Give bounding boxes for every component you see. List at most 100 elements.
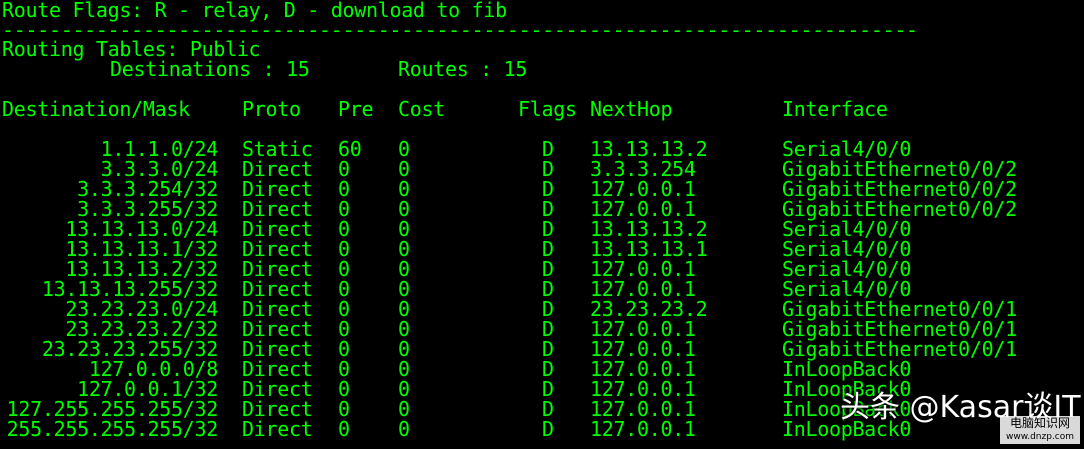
cell-pre: 0 [338, 177, 350, 201]
table-row: 3.3.3.0/24 Direct 0 0 D 3.3.3.254 GigabitEther… [0, 159, 1084, 179]
cell-proto: Static [242, 137, 313, 161]
cell-pre: 0 [338, 297, 350, 321]
header-interface: Interface [782, 97, 888, 121]
cell-nexthop: 127.0.0.1 [590, 377, 696, 401]
cell-flags: D [542, 337, 554, 361]
cell-proto: Direct [242, 297, 313, 321]
cell-nexthop: 13.13.13.2 [590, 137, 708, 161]
terminal-window[interactable]: Route Flags: R - relay, D - download to … [0, 0, 1084, 449]
cell-nexthop: 13.13.13.2 [590, 217, 708, 241]
cell-pre: 0 [338, 237, 350, 261]
cell-flags: D [542, 297, 554, 321]
cell-interface: Serial4/0/0 [782, 277, 912, 301]
cell-cost: 0 [398, 377, 410, 401]
cell-nexthop: 127.0.0.1 [590, 337, 696, 361]
cell-nexthop: 127.0.0.1 [590, 277, 696, 301]
cell-proto: Direct [242, 157, 313, 181]
cell-cost: 0 [398, 237, 410, 261]
cell-pre: 0 [338, 317, 350, 341]
cell-destination: 13.13.13.255/32 [41, 277, 218, 301]
cell-flags: D [542, 417, 554, 441]
cell-pre: 0 [338, 337, 350, 361]
cell-cost: 0 [398, 357, 410, 381]
cell-proto: Direct [242, 177, 313, 201]
cell-interface: Serial4/0/0 [782, 237, 912, 261]
table-row: 1.1.1.0/24 Static 60 0 D 13.13.13.2 Serial4/0/… [0, 139, 1084, 159]
cell-cost: 0 [398, 277, 410, 301]
table-row: 13.13.13.2/32 Direct 0 0 D 127.0.0.1 Serial4/0… [0, 259, 1084, 279]
cell-proto: Direct [242, 217, 313, 241]
cell-nexthop: 127.0.0.1 [590, 417, 696, 441]
cell-cost: 0 [398, 257, 410, 281]
cell-interface: GigabitEthernet0/0/1 [782, 317, 1017, 341]
cell-flags: D [542, 217, 554, 241]
cell-flags: D [542, 197, 554, 221]
cell-nexthop: 127.0.0.1 [590, 357, 696, 381]
cell-flags: D [542, 277, 554, 301]
cell-interface: GigabitEthernet0/0/1 [782, 337, 1017, 361]
cell-flags: D [542, 257, 554, 281]
watermark-site-badge: 电脑知识网 www.dnzp.com [1000, 416, 1080, 444]
cell-destination: 3.3.3.0/24 [100, 157, 219, 181]
table-row: 23.23.23.255/32 Direct 0 0 D 127.0.0.1 Gigabit… [0, 339, 1084, 359]
cell-interface: GigabitEthernet0/0/2 [782, 197, 1017, 221]
cell-pre: 0 [338, 377, 350, 401]
cell-interface: InLoopBack0 [782, 357, 912, 381]
cell-cost: 0 [398, 297, 410, 321]
cell-pre: 0 [338, 357, 350, 381]
cell-pre: 0 [338, 217, 350, 241]
cell-destination: 23.23.23.2/32 [65, 317, 218, 341]
cell-flags: D [542, 137, 554, 161]
cell-interface: Serial4/0/0 [782, 257, 912, 281]
cell-cost: 0 [398, 217, 410, 241]
cell-destination: 3.3.3.254/32 [77, 177, 218, 201]
cell-nexthop: 127.0.0.1 [590, 177, 696, 201]
cell-destination: 127.0.0.1/32 [77, 377, 218, 401]
cell-flags: D [542, 177, 554, 201]
cell-destination: 23.23.23.0/24 [65, 297, 218, 321]
cell-cost: 0 [398, 197, 410, 221]
cell-pre: 0 [338, 397, 350, 421]
cell-flags: D [542, 377, 554, 401]
header-nexthop: NextHop [590, 97, 673, 121]
cell-interface: Serial4/0/0 [782, 137, 912, 161]
cell-nexthop: 127.0.0.1 [590, 317, 696, 341]
table-row: 3.3.3.254/32 Direct 0 0 D 127.0.0.1 GigabitEth… [0, 179, 1084, 199]
cell-interface: GigabitEthernet0/0/2 [782, 177, 1017, 201]
header-pre: Pre [338, 97, 374, 121]
cell-destination: 3.3.3.255/32 [77, 197, 218, 221]
cell-cost: 0 [398, 157, 410, 181]
table-row: 23.23.23.2/32 Direct 0 0 D 127.0.0.1 GigabitEt… [0, 319, 1084, 339]
cell-proto: Direct [242, 257, 313, 281]
cell-nexthop: 13.13.13.1 [590, 237, 708, 261]
table-row: 13.13.13.1/32 Direct 0 0 D 13.13.13.1 Serial4/… [0, 239, 1084, 259]
table-row: 23.23.23.0/24 Direct 0 0 D 23.23.23.2 GigabitE… [0, 299, 1084, 319]
cell-flags: D [542, 397, 554, 421]
cell-cost: 0 [398, 137, 410, 161]
cell-proto: Direct [242, 317, 313, 341]
cell-pre: 60 [338, 137, 362, 161]
cell-proto: Direct [242, 417, 313, 441]
destinations-count: Destinations : 15 [110, 57, 310, 81]
routes-count: Routes : 15 [398, 57, 528, 81]
summary-line: Destinations : 15 Routes : 15 [0, 59, 1084, 79]
cell-nexthop: 127.0.0.1 [590, 197, 696, 221]
header-flags: Flags [518, 97, 577, 121]
cell-cost: 0 [398, 417, 410, 441]
cell-pre: 0 [338, 157, 350, 181]
watermark-text: 头条 @Kasar谈IT [840, 390, 1081, 425]
cell-proto: Direct [242, 337, 313, 361]
cell-flags: D [542, 357, 554, 381]
cell-flags: D [542, 157, 554, 181]
cell-proto: Direct [242, 197, 313, 221]
cell-interface: Serial4/0/0 [782, 217, 912, 241]
cell-nexthop: 23.23.23.2 [590, 297, 708, 321]
cell-destination: 13.13.13.1/32 [65, 237, 218, 261]
cell-pre: 0 [338, 197, 350, 221]
cell-destination: 13.13.13.0/24 [65, 217, 218, 241]
route-flags-line: Route Flags: R - relay, D - download to … [2, 0, 507, 22]
cell-pre: 0 [338, 257, 350, 281]
cell-cost: 0 [398, 317, 410, 341]
cell-destination: 1.1.1.0/24 [100, 137, 219, 161]
cell-cost: 0 [398, 397, 410, 421]
